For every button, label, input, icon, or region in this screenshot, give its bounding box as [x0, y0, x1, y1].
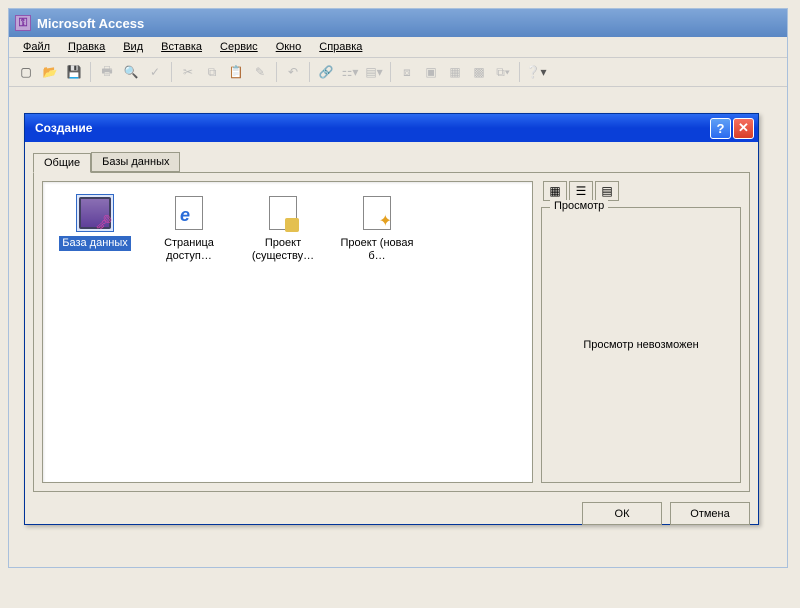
open-icon[interactable]: 📂 [39, 61, 61, 83]
separator [276, 62, 277, 82]
format-icon[interactable]: ✎ [249, 61, 271, 83]
script-icon[interactable]: ▦ [444, 61, 466, 83]
separator [309, 62, 310, 82]
view-large-icon[interactable]: ▦ [543, 181, 567, 201]
cancel-button[interactable]: Отмена [670, 502, 750, 525]
copy-icon[interactable]: ⧉ [201, 61, 223, 83]
db-icon[interactable]: ▩ [468, 61, 490, 83]
template-item-access-page[interactable]: e Страница доступ… [145, 194, 233, 264]
page-icon: e [170, 194, 208, 232]
props-icon[interactable]: ▤▾ [363, 61, 385, 83]
dialog-titlebar: Создание ? ✕ [25, 114, 758, 142]
analyze-icon[interactable]: ⚏▾ [339, 61, 361, 83]
preview-icon[interactable]: 🔍 [120, 61, 142, 83]
template-label: Проект (существу… [239, 236, 327, 264]
app-window: ⚿ Microsoft Access Файл Правка Вид Встав… [8, 8, 788, 568]
template-label: База данных [59, 236, 131, 251]
template-label: Проект (новая б… [333, 236, 421, 264]
separator [171, 62, 172, 82]
access-key-icon: ⚿ [15, 15, 31, 31]
tabs-row: Общие Базы данных [33, 150, 750, 172]
paste-icon[interactable]: 📋 [225, 61, 247, 83]
view-details-icon[interactable]: ▤ [595, 181, 619, 201]
menu-file[interactable]: Файл [15, 39, 58, 55]
spell-icon[interactable]: ✓ [144, 61, 166, 83]
dialog-help-button[interactable]: ? [710, 118, 731, 139]
new-dialog: Создание ? ✕ Общие Базы данных База данн… [24, 113, 759, 525]
separator [390, 62, 391, 82]
toolbar: ▢ 📂 💾 🖶 🔍 ✓ ✂ ⧉ 📋 ✎ ↶ 🔗 ⚏▾ ▤▾ ⧈ ▣ ▦ ▩ ⧉▾… [9, 58, 787, 87]
template-list[interactable]: База данных e Страница доступ… Проект (с… [42, 181, 533, 483]
project-new-icon [358, 194, 396, 232]
link-icon[interactable]: 🔗 [315, 61, 337, 83]
save-icon[interactable]: 💾 [63, 61, 85, 83]
menu-edit[interactable]: Правка [60, 39, 113, 55]
separator [90, 62, 91, 82]
database-icon [76, 194, 114, 232]
separator [519, 62, 520, 82]
template-item-database[interactable]: База данных [51, 194, 139, 264]
cut-icon[interactable]: ✂ [177, 61, 199, 83]
preview-message: Просмотр невозможен [583, 339, 698, 351]
template-label: Страница доступ… [145, 236, 233, 264]
menu-insert[interactable]: Вставка [153, 39, 210, 55]
preview-group: Просмотр Просмотр невозможен [541, 207, 741, 483]
template-item-project-new[interactable]: Проект (новая б… [333, 194, 421, 264]
help-icon[interactable]: ❔▾ [525, 61, 547, 83]
titlebar: ⚿ Microsoft Access [9, 9, 787, 37]
relations-icon[interactable]: ⧈ [396, 61, 418, 83]
view-mode-icons: ▦ ☰ ▤ [541, 181, 741, 201]
dialog-title: Создание [35, 121, 92, 135]
menu-window[interactable]: Окно [268, 39, 310, 55]
menu-view[interactable]: Вид [115, 39, 151, 55]
tab-databases[interactable]: Базы данных [91, 152, 180, 172]
project-existing-icon [264, 194, 302, 232]
window-icon[interactable]: ⧉▾ [492, 61, 514, 83]
code-icon[interactable]: ▣ [420, 61, 442, 83]
undo-icon[interactable]: ↶ [282, 61, 304, 83]
view-list-icon[interactable]: ☰ [569, 181, 593, 201]
dialog-close-button[interactable]: ✕ [733, 118, 754, 139]
tab-general[interactable]: Общие [33, 153, 91, 173]
print-icon[interactable]: 🖶 [96, 61, 118, 83]
menu-service[interactable]: Сервис [212, 39, 266, 55]
menubar: Файл Правка Вид Вставка Сервис Окно Спра… [9, 37, 787, 58]
menu-help[interactable]: Справка [311, 39, 370, 55]
ok-button[interactable]: ОК [582, 502, 662, 525]
template-item-project-existing[interactable]: Проект (существу… [239, 194, 327, 264]
app-title: Microsoft Access [37, 16, 144, 31]
dialog-buttons: ОК Отмена [33, 502, 750, 525]
preview-legend: Просмотр [550, 200, 608, 212]
right-pane: ▦ ☰ ▤ Просмотр Просмотр невозможен [541, 181, 741, 483]
tab-content: База данных e Страница доступ… Проект (с… [33, 172, 750, 492]
new-icon[interactable]: ▢ [15, 61, 37, 83]
